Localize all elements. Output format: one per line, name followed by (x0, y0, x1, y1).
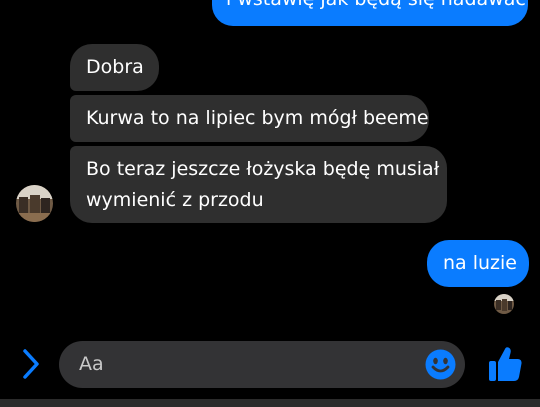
chat-screen: i wstawię jak będą się nadawać Dobra Kur… (0, 0, 540, 407)
outgoing-message-bubble[interactable]: na luzie (427, 240, 529, 287)
message-text-line: wymienić z przodu (86, 189, 264, 211)
seen-receipt-avatar (494, 294, 514, 314)
message-text: Dobra (86, 56, 144, 78)
incoming-message-bubble[interactable]: Dobra (70, 44, 159, 91)
smiley-icon (425, 349, 456, 380)
outgoing-message-bubble[interactable]: i wstawię jak będą się nadawać (212, 0, 528, 26)
emoji-button[interactable] (425, 349, 456, 380)
message-input[interactable] (79, 341, 419, 388)
like-button[interactable] (486, 344, 524, 384)
incoming-message-bubble[interactable]: Kurwa to na lipiec bym mógł beeme (70, 95, 429, 142)
sender-avatar[interactable] (16, 185, 53, 222)
chevron-right-icon (23, 349, 39, 379)
message-text: na luzie (443, 252, 517, 274)
thumbs-up-icon (489, 347, 522, 381)
message-text: i wstawię jak będą się nadawać (226, 0, 526, 14)
incoming-message-bubble[interactable]: Bo teraz jeszcze łożyska będę musiał wym… (70, 146, 447, 223)
message-text: Kurwa to na lipiec bym mógł beeme (86, 107, 429, 129)
expand-actions-button[interactable] (16, 346, 46, 382)
message-text-line: Bo teraz jeszcze łożyska będę musiał (86, 158, 440, 180)
message-composer (59, 341, 465, 388)
system-bottom-bar (0, 399, 540, 407)
